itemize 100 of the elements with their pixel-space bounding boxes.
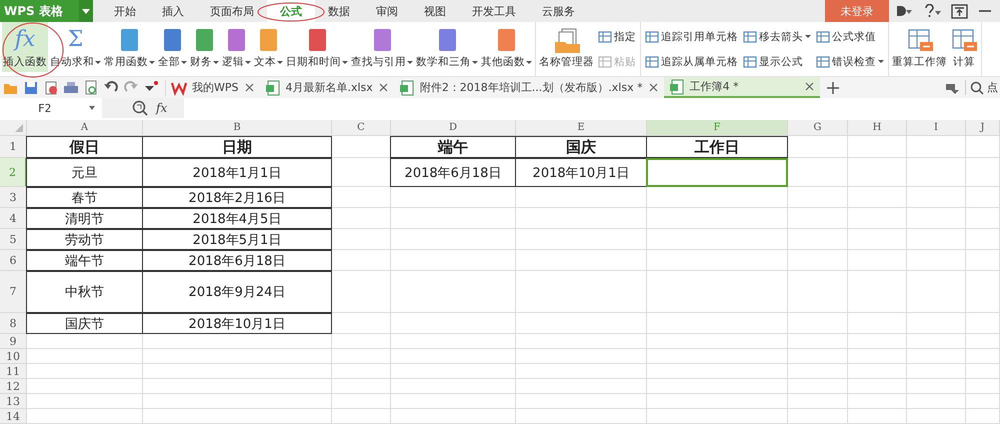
document-tab[interactable]: 工作簿4 *: [664, 77, 820, 98]
empty-cell: [966, 229, 1000, 250]
ribbon-button[interactable]: 计算: [949, 22, 979, 72]
select-all-corner[interactable]: [0, 120, 27, 136]
ribbon-button[interactable]: 显示公式: [743, 54, 811, 68]
row-header[interactable]: 6: [0, 250, 27, 271]
ribbon-button[interactable]: 常用函数: [103, 22, 156, 72]
ribbon-button[interactable]: 查找与引用: [350, 22, 414, 72]
row-header[interactable]: 1: [0, 136, 27, 158]
row-header[interactable]: 7: [0, 271, 27, 313]
column-header[interactable]: J: [966, 120, 1000, 136]
search-button[interactable]: 点: [965, 80, 998, 95]
row-header[interactable]: 8: [0, 313, 27, 334]
column-header[interactable]: E: [516, 120, 647, 136]
empty-cell: [907, 409, 966, 424]
menu-tab[interactable]: 云服务: [529, 0, 588, 22]
table-cell: 劳动节: [26, 229, 143, 250]
empty-cell: [332, 208, 391, 229]
close-icon: [804, 81, 815, 92]
ribbon-button[interactable]: 公式求值: [816, 30, 884, 44]
ribbon-button[interactable]: 名称管理器: [538, 22, 595, 72]
ribbon-button[interactable]: 重算工作簿: [891, 22, 948, 72]
empty-cell: [907, 208, 966, 229]
empty-cell: [332, 187, 391, 208]
document-tab[interactable]: 附件2：2018年培训工...划（发布版）.xlsx *: [394, 77, 664, 98]
empty-cell: [788, 136, 848, 158]
grid-icon: [743, 54, 757, 68]
empty-cell: [848, 229, 907, 250]
preview-icon: [83, 80, 99, 96]
annotation-ellipse: [258, 2, 324, 22]
column-header[interactable]: C: [332, 120, 391, 136]
empty-cell: [966, 158, 1000, 187]
table-cell: 2018年9月24日: [142, 271, 332, 313]
ribbon-button[interactable]: 指定: [598, 30, 636, 44]
row-header[interactable]: 14: [0, 409, 27, 424]
row-header[interactable]: 13: [0, 394, 27, 409]
ribbon-button[interactable]: 日期和时间: [285, 22, 349, 72]
column-header[interactable]: D: [391, 120, 516, 136]
ribbon-button[interactable]: 全部: [157, 22, 188, 72]
document-tab[interactable]: 我的WPS: [166, 77, 260, 98]
empty-cell: [788, 250, 848, 271]
empty-cell: [848, 334, 907, 349]
row-header[interactable]: 4: [0, 208, 27, 229]
empty-cell: [907, 187, 966, 208]
row-header[interactable]: 12: [0, 379, 27, 394]
menu-tab[interactable]: 页面布局: [197, 0, 267, 22]
empty-cell: [848, 271, 907, 313]
column-header[interactable]: G: [788, 120, 848, 136]
menu-tab[interactable]: 数据: [315, 0, 363, 22]
column-header[interactable]: I: [907, 120, 966, 136]
caret-icon: [81, 6, 91, 16]
column-header[interactable]: A: [27, 120, 143, 136]
formula-input[interactable]: [184, 98, 1000, 118]
add-tab-icon: [826, 80, 840, 94]
empty-cell: [788, 349, 848, 364]
ribbon-button[interactable]: 追踪引用单元格: [645, 30, 738, 44]
table-cell: 端午: [390, 136, 516, 158]
ribbon-button[interactable]: 财务: [189, 22, 220, 72]
ribbon-button[interactable]: 错误检查: [816, 54, 884, 68]
menu-tab[interactable]: 视图: [411, 0, 459, 22]
row-header[interactable]: 10: [0, 349, 27, 364]
menu-tab[interactable]: 开发工具: [459, 0, 529, 22]
sheet-calculate-icon: [906, 27, 934, 53]
ribbon-button[interactable]: 逻辑: [221, 22, 252, 72]
name-box[interactable]: F2: [0, 98, 102, 118]
row-header[interactable]: 5: [0, 229, 27, 250]
close-icon: [244, 82, 254, 93]
empty-cell: [907, 364, 966, 379]
menu-tab[interactable]: 审阅: [363, 0, 411, 22]
sheet-calculate-icon: [950, 27, 978, 53]
menu-tab[interactable]: 开始: [101, 0, 149, 22]
ribbon-button[interactable]: 文本: [253, 22, 284, 72]
empty-cell: [788, 313, 848, 334]
document-tab[interactable]: 4月最新名单.xlsx: [260, 77, 394, 98]
ribbon-button[interactable]: 其他函数: [480, 22, 533, 72]
empty-cell: [966, 208, 1000, 229]
active-cell[interactable]: [646, 158, 788, 187]
grid-icon: [645, 54, 659, 68]
column-header[interactable]: H: [848, 120, 907, 136]
ribbon-button[interactable]: 数学和三角: [415, 22, 479, 72]
ribbon-button[interactable]: 移去箭头: [743, 30, 811, 44]
table-cell: 2018年2月16日: [142, 187, 332, 208]
insert-function-button[interactable]: fx: [156, 101, 168, 115]
row-header[interactable]: 3: [0, 187, 27, 208]
empty-cell: [788, 409, 848, 424]
close-icon: [378, 82, 389, 93]
menu-tab[interactable]: 插入: [149, 0, 197, 22]
row-header[interactable]: 11: [0, 364, 27, 379]
column-header[interactable]: B: [143, 120, 332, 136]
table-cell: 春节: [26, 187, 143, 208]
empty-cell: [788, 158, 848, 187]
table-cell: 国庆: [515, 136, 647, 158]
table-cell: 假日: [26, 136, 143, 158]
ribbon-button[interactable]: 追踪从属单元格: [645, 54, 738, 68]
empty-cell: [332, 379, 391, 394]
menu-tab[interactable]: 公式: [267, 0, 315, 22]
empty-cell: [788, 334, 848, 349]
empty-cell: [966, 379, 1000, 394]
empty-cell: [907, 349, 966, 364]
row-header[interactable]: 9: [0, 334, 27, 349]
